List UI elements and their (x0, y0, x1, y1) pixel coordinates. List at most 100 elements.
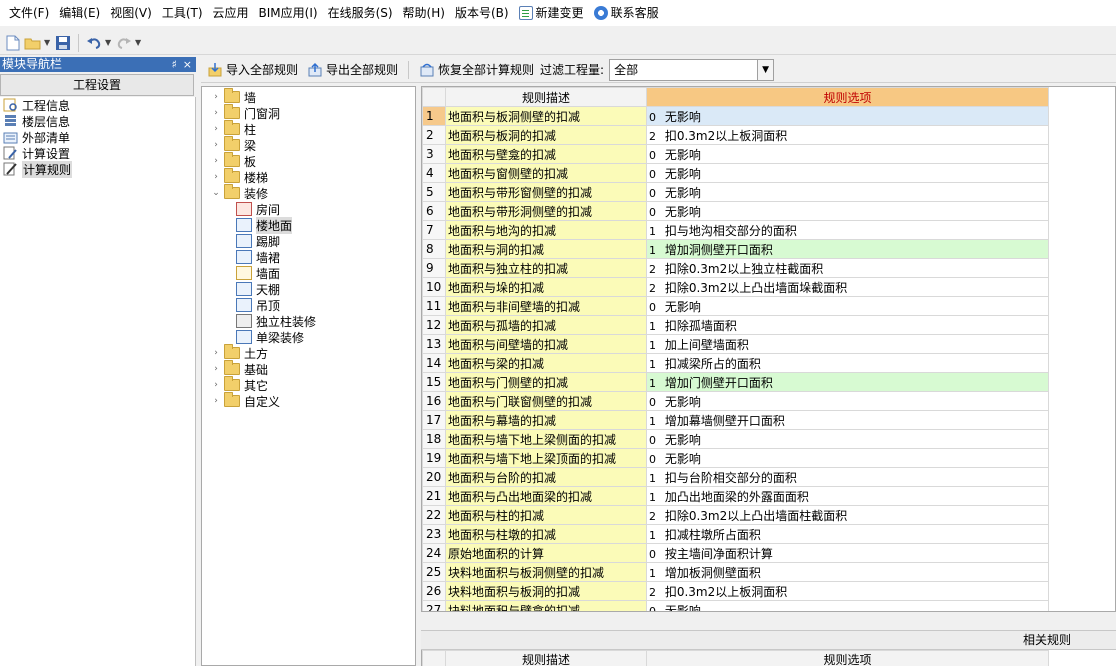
collapse-icon[interactable]: ⌄ (210, 188, 222, 198)
rule-option-cell[interactable]: 0 无影响 (646, 201, 1049, 221)
rule-option-cell[interactable]: 0 无影响 (646, 448, 1049, 468)
import-all-rules-button[interactable]: 导入全部规则 (204, 61, 301, 78)
expand-icon[interactable]: › (210, 396, 222, 406)
nav-item-external-list[interactable]: 外部清单 (0, 129, 195, 145)
rule-row[interactable]: 9 地面积与独立柱的扣减 2 扣除0.3m2以上独立柱截面积 (422, 258, 1049, 278)
rule-row[interactable]: 14 地面积与梁的扣减 1 扣减梁所占的面积 (422, 353, 1049, 373)
menu-help[interactable]: 帮助(H) (398, 2, 450, 24)
restore-all-rules-button[interactable]: 恢复全部计算规则 (416, 61, 537, 78)
expand-icon[interactable]: › (210, 140, 222, 150)
menu-edit[interactable]: 编辑(E) (54, 2, 105, 24)
redo-button[interactable] (115, 34, 133, 52)
rule-option-cell[interactable]: 2 扣除0.3m2以上凸出墙面柱截面积 (646, 505, 1049, 525)
rule-row[interactable]: 4 地面积与窗侧壁的扣减 0 无影响 (422, 163, 1049, 183)
new-change-button[interactable]: 新建变更 (514, 2, 589, 24)
tree-node-door-window-opening[interactable]: › 门窗洞 (202, 104, 415, 121)
tree-node-beam-finish[interactable]: 单梁装修 (202, 329, 415, 345)
rule-option-cell[interactable]: 0 无影响 (646, 163, 1049, 183)
rule-option-cell[interactable]: 0 无影响 (646, 144, 1049, 164)
nav-item-project-info[interactable]: 工程信息 (0, 97, 195, 113)
expand-icon[interactable]: › (210, 172, 222, 182)
tree-node-earthwork[interactable]: › 土方 (202, 344, 415, 361)
rule-option-cell[interactable]: 0 无影响 (646, 600, 1049, 611)
menu-version[interactable]: 版本号(B) (450, 2, 514, 24)
rule-option-cell[interactable]: 1 增加幕墙侧壁开口面积 (646, 410, 1049, 430)
tree-node-ceiling[interactable]: 天棚 (202, 281, 415, 297)
expand-icon[interactable]: › (210, 364, 222, 374)
tree-node-foundation[interactable]: › 基础 (202, 360, 415, 377)
menu-bim[interactable]: BIM应用(I) (254, 2, 323, 24)
rule-row[interactable]: 13 地面积与间壁墙的扣减 1 加上间壁墙面积 (422, 334, 1049, 354)
rule-row[interactable]: 22 地面积与柱的扣减 2 扣除0.3m2以上凸出墙面柱截面积 (422, 505, 1049, 525)
project-settings-tab[interactable]: 工程设置 (0, 74, 194, 96)
rule-option-cell[interactable]: 2 扣除0.3m2以上独立柱截面积 (646, 258, 1049, 278)
tree-node-custom[interactable]: › 自定义 (202, 392, 415, 409)
expand-icon[interactable]: › (210, 156, 222, 166)
rule-option-cell[interactable]: 1 增加板洞侧壁面积 (646, 562, 1049, 582)
rule-option-cell[interactable]: 0 无影响 (646, 106, 1049, 126)
rule-option-cell[interactable]: 1 扣与地沟相交部分的面积 (646, 220, 1049, 240)
rule-row[interactable]: 19 地面积与墙下地上梁顶面的扣减 0 无影响 (422, 448, 1049, 468)
rule-option-cell[interactable]: 1 扣减梁所占的面积 (646, 353, 1049, 373)
tree-node-wall-surface[interactable]: 墙面 (202, 265, 415, 281)
rule-row[interactable]: 20 地面积与台阶的扣减 1 扣与台阶相交部分的面积 (422, 467, 1049, 487)
tree-node-stairs[interactable]: › 楼梯 (202, 168, 415, 185)
rule-row[interactable]: 17 地面积与幕墙的扣减 1 增加幕墙侧壁开口面积 (422, 410, 1049, 430)
menu-tools[interactable]: 工具(T) (157, 2, 208, 24)
tree-node-skirting[interactable]: 踢脚 (202, 233, 415, 249)
rule-row[interactable]: 18 地面积与墙下地上梁侧面的扣减 0 无影响 (422, 429, 1049, 449)
rule-row[interactable]: 25 块料地面积与板洞侧壁的扣减 1 增加板洞侧壁面积 (422, 562, 1049, 582)
rule-option-cell[interactable]: 2 扣0.3m2以上板洞面积 (646, 581, 1049, 601)
menu-view[interactable]: 视图(V) (105, 2, 157, 24)
new-file-button[interactable] (4, 34, 22, 52)
redo-dropdown-arrow[interactable]: ▼ (135, 38, 143, 47)
pin-icon[interactable]: ♯ (171, 57, 176, 72)
tree-node-floor-surface[interactable]: 楼地面 (202, 216, 415, 234)
contact-service-button[interactable]: 联系客服 (589, 2, 664, 24)
expand-icon[interactable]: › (210, 124, 222, 134)
chevron-down-icon[interactable]: ▼ (757, 59, 774, 80)
rule-row[interactable]: 11 地面积与非间壁墙的扣减 0 无影响 (422, 296, 1049, 316)
rule-option-cell[interactable]: 1 扣与台阶相交部分的面积 (646, 467, 1049, 487)
nav-item-calc-rules[interactable]: 计算规则 (0, 160, 195, 178)
rule-row[interactable]: 24 原始地面积的计算 0 按主墙间净面积计算 (422, 543, 1049, 563)
undo-button[interactable] (85, 34, 103, 52)
rule-row[interactable]: 6 地面积与带形洞侧壁的扣减 0 无影响 (422, 201, 1049, 221)
menu-file[interactable]: 文件(F) (4, 2, 54, 24)
nav-item-floor-info[interactable]: 楼层信息 (0, 113, 195, 129)
rule-row[interactable]: 2 地面积与板洞的扣减 2 扣0.3m2以上板洞面积 (422, 125, 1049, 145)
rule-row[interactable]: 21 地面积与凸出地面梁的扣减 1 加凸出地面梁的外露面面积 (422, 486, 1049, 506)
rule-option-cell[interactable]: 2 扣除0.3m2以上凸出墙面垛截面积 (646, 277, 1049, 297)
rule-option-cell[interactable]: 1 加凸出地面梁的外露面面积 (646, 486, 1049, 506)
save-button[interactable] (54, 34, 72, 52)
tree-node-beam[interactable]: › 梁 (202, 136, 415, 153)
nav-item-calc-settings[interactable]: 计算设置 (0, 145, 195, 161)
tree-node-column-finish[interactable]: 独立柱装修 (202, 313, 415, 329)
rule-row[interactable]: 15 地面积与门侧壁的扣减 1 增加门侧壁开口面积 (422, 372, 1049, 392)
tree-node-others[interactable]: › 其它 (202, 376, 415, 393)
tree-node-wall[interactable]: › 墙 (202, 88, 415, 105)
filter-quantity-select[interactable]: 全部 ▼ (609, 58, 775, 81)
open-dropdown-arrow[interactable]: ▼ (44, 38, 52, 47)
rule-row[interactable]: 1 地面积与板洞侧壁的扣减 0 无影响 (422, 106, 1049, 126)
rule-option-cell[interactable]: 1 扣除孤墙面积 (646, 315, 1049, 335)
rule-row[interactable]: 26 块料地面积与板洞的扣减 2 扣0.3m2以上板洞面积 (422, 581, 1049, 601)
rule-option-cell[interactable]: 1 加上间壁墙面积 (646, 334, 1049, 354)
rule-option-cell[interactable]: 1 增加门侧壁开口面积 (646, 372, 1049, 392)
menu-cloud[interactable]: 云应用 (208, 2, 254, 24)
tree-node-room[interactable]: 房间 (202, 201, 415, 217)
rule-option-cell[interactable]: 2 扣0.3m2以上板洞面积 (646, 125, 1049, 145)
rule-option-cell[interactable]: 0 无影响 (646, 391, 1049, 411)
tree-node-slab[interactable]: › 板 (202, 152, 415, 169)
rule-row[interactable]: 27 块料地面积与壁龛的扣减 0 无影响 (422, 600, 1049, 611)
rule-option-cell[interactable]: 1 增加洞侧壁开口面积 (646, 239, 1049, 259)
rule-row[interactable]: 5 地面积与带形窗侧壁的扣减 0 无影响 (422, 182, 1049, 202)
tree-node-column[interactable]: › 柱 (202, 120, 415, 137)
rule-row[interactable]: 3 地面积与壁龛的扣减 0 无影响 (422, 144, 1049, 164)
rule-row[interactable]: 12 地面积与孤墙的扣减 1 扣除孤墙面积 (422, 315, 1049, 335)
menu-online-service[interactable]: 在线服务(S) (323, 2, 398, 24)
rule-row[interactable]: 8 地面积与洞的扣减 1 增加洞侧壁开口面积 (422, 239, 1049, 259)
expand-icon[interactable]: › (210, 380, 222, 390)
undo-dropdown-arrow[interactable]: ▼ (105, 38, 113, 47)
tree-node-suspended-ceiling[interactable]: 吊顶 (202, 297, 415, 313)
